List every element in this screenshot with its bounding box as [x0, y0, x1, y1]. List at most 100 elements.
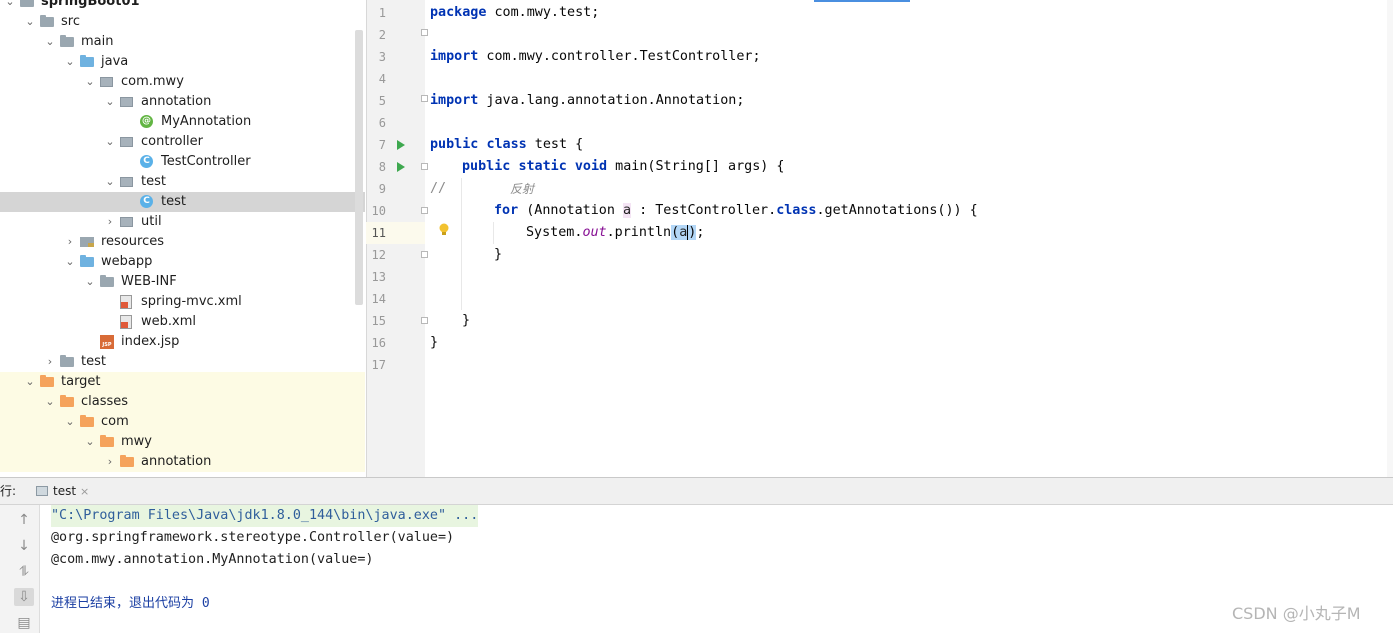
code-comment-text: 反射: [510, 182, 535, 196]
tree-item[interactable]: ⌄ classes: [0, 392, 365, 412]
code-line-7[interactable]: public class test {: [430, 134, 583, 156]
chevron-right-icon[interactable]: ›: [64, 232, 76, 252]
code-line-8[interactable]: public static void main(String[] args) {: [462, 156, 785, 178]
tree-item[interactable]: ⌄ main: [0, 32, 365, 52]
line-number: 4: [378, 72, 386, 86]
fold-icon[interactable]: [421, 95, 428, 102]
soft-wrap-icon[interactable]: ⥮: [14, 563, 34, 581]
tree-item[interactable]: › util: [0, 212, 365, 232]
run-label: 行:: [0, 484, 17, 498]
tree-item[interactable]: @ MyAnnotation: [0, 112, 365, 132]
tree-item[interactable]: spring-mvc.xml: [0, 292, 365, 312]
chevron-right-icon[interactable]: ›: [44, 352, 56, 372]
fold-icon[interactable]: [421, 251, 428, 258]
chevron-down-icon[interactable]: ⌄: [24, 12, 36, 32]
project-tree-scrollbar[interactable]: [355, 30, 363, 305]
code-line-11[interactable]: System.out.println(a);: [526, 222, 704, 244]
code-line-16[interactable]: }: [430, 332, 438, 354]
tree-item-label: annotation: [141, 454, 212, 469]
tree-item[interactable]: ⌄ java: [0, 52, 365, 72]
tree-item[interactable]: C TestController: [0, 152, 365, 172]
lightbulb-icon[interactable]: [438, 223, 450, 237]
tree-item[interactable]: ⌄ com: [0, 412, 365, 432]
excluded-folder-icon: [80, 415, 94, 429]
fold-icon[interactable]: [421, 317, 428, 324]
code-line-9[interactable]: //: [430, 178, 446, 200]
tree-item-label: target: [61, 374, 101, 389]
chevron-down-icon[interactable]: ⌄: [104, 92, 116, 112]
chevron-down-icon[interactable]: ⌄: [64, 52, 76, 72]
code-line-1[interactable]: package com.mwy.test;: [430, 2, 599, 24]
run-toolbar: ↑ ↓ ⥮ ⇩ ▤: [0, 505, 40, 633]
fold-icon[interactable]: [421, 207, 428, 214]
code-line-10[interactable]: for (Annotation a : TestController.class…: [494, 200, 978, 222]
code-line-15[interactable]: }: [462, 310, 470, 332]
code-line-12[interactable]: }: [494, 244, 502, 266]
chevron-down-icon[interactable]: ⌄: [64, 252, 76, 272]
tree-item[interactable]: › test: [0, 352, 365, 372]
chevron-down-icon[interactable]: ⌄: [84, 272, 96, 292]
line-number: 6: [378, 116, 386, 130]
tree-item-label: test: [161, 194, 186, 209]
package-icon: [120, 135, 134, 149]
xml-file-icon: [120, 295, 134, 309]
run-tab[interactable]: test ×: [30, 478, 98, 505]
tree-item[interactable]: ⌄ annotation: [0, 92, 365, 112]
scroll-to-end-icon[interactable]: ⇩: [14, 588, 34, 606]
chevron-down-icon[interactable]: ⌄: [44, 392, 56, 412]
editor-scrollbar[interactable]: [1387, 0, 1393, 477]
down-arrow-icon[interactable]: ↓: [14, 537, 34, 555]
console-command-line: "C:\Program Files\Java\jdk1.8.0_144\bin\…: [51, 505, 479, 527]
chevron-down-icon[interactable]: ⌄: [104, 172, 116, 192]
tree-item[interactable]: ⌄ com.mwy: [0, 72, 365, 92]
fold-icon[interactable]: [421, 29, 428, 36]
console-line: @org.springframework.stereotype.Controll…: [51, 530, 455, 545]
chevron-down-icon[interactable]: ⌄: [44, 32, 56, 52]
tree-item[interactable]: ⌄ mwy: [0, 432, 365, 452]
tree-item-label: MyAnnotation: [161, 114, 252, 129]
tree-item-label: com: [101, 414, 129, 429]
tree-item-label: webapp: [101, 254, 153, 269]
chevron-down-icon[interactable]: ⌄: [104, 132, 116, 152]
tree-item[interactable]: ⌄ src: [0, 12, 365, 32]
code-line-5[interactable]: import java.lang.annotation.Annotation;: [430, 90, 744, 112]
tree-item[interactable]: ⌄ WEB-INF: [0, 272, 365, 292]
line-number: 11: [371, 226, 386, 240]
chevron-down-icon[interactable]: ⌄: [64, 412, 76, 432]
indent-guide: [493, 222, 494, 244]
tree-item[interactable]: ⌄ controller: [0, 132, 365, 152]
code-line-3[interactable]: import com.mwy.controller.TestController…: [430, 46, 761, 68]
line-number: 14: [371, 292, 386, 306]
tree-item[interactable]: web.xml: [0, 312, 365, 332]
chevron-down-icon[interactable]: ⌄: [84, 432, 96, 452]
console-output[interactable]: "C:\Program Files\Java\jdk1.8.0_144\bin\…: [40, 505, 1393, 633]
up-arrow-icon[interactable]: ↑: [14, 511, 34, 529]
chevron-right-icon[interactable]: ›: [104, 212, 116, 232]
tree-item[interactable]: ⌄ test: [0, 172, 365, 192]
tree-item[interactable]: › resources: [0, 232, 365, 252]
chevron-right-icon[interactable]: ›: [104, 452, 116, 472]
tree-item-label: springBoot01: [41, 0, 140, 9]
line-number: 7: [378, 138, 386, 152]
tree-item[interactable]: › annotation: [0, 452, 365, 472]
chevron-down-icon[interactable]: ⌄: [4, 0, 16, 12]
tree-item[interactable]: ⌄ target: [0, 372, 365, 392]
run-class-icon[interactable]: [397, 140, 405, 150]
excluded-folder-icon: [120, 455, 134, 469]
tree-item[interactable]: Ctest: [0, 192, 365, 212]
run-main-icon[interactable]: [397, 162, 405, 172]
line-number: 16: [371, 336, 386, 350]
line-number: 2: [378, 28, 386, 42]
tree-item-label: TestController: [161, 154, 251, 169]
close-icon[interactable]: ×: [80, 478, 89, 505]
tree-item-label: util: [141, 214, 162, 229]
project-tree[interactable]: ⌄ springBoot01 ⌄ src ⌄ main ⌄ java ⌄ com.mwy ⌄ anno…: [0, 0, 365, 477]
print-icon[interactable]: ▤: [14, 614, 34, 632]
tree-item[interactable]: ⌄ webapp: [0, 252, 365, 272]
line-number: 3: [378, 50, 386, 64]
tree-item[interactable]: ⌄ springBoot01: [0, 0, 365, 12]
tree-item[interactable]: JSP index.jsp: [0, 332, 365, 352]
chevron-down-icon[interactable]: ⌄: [24, 372, 36, 392]
fold-icon[interactable]: [421, 163, 428, 170]
chevron-down-icon[interactable]: ⌄: [84, 72, 96, 92]
